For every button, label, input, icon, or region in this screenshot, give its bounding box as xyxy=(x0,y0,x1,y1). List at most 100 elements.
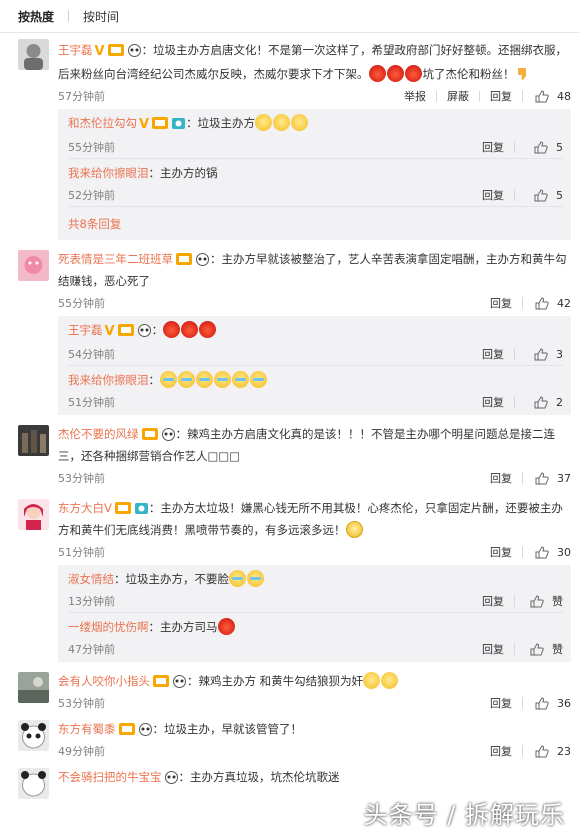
comment-username[interactable]: 东方有蜀黍 xyxy=(58,722,116,736)
comment-time: 57分钟前 xyxy=(58,90,105,103)
reply-username[interactable]: 王宇磊 xyxy=(68,323,103,337)
like-button[interactable]: 赞 xyxy=(514,594,563,608)
panda-icon xyxy=(161,428,175,441)
comment-username[interactable]: 杰伦不要的风绿 xyxy=(58,427,139,441)
comment-username[interactable]: 不会骑扫把的牛宝宝 xyxy=(58,770,162,784)
like-button[interactable]: 48 xyxy=(522,90,571,103)
report-link[interactable]: 举报 xyxy=(394,91,436,102)
avatar[interactable] xyxy=(18,39,49,70)
comment-item: 东方大白V ：主办方太垃圾！嫌黑心钱无所不用其极！心疼杰伦，只拿固定片酬，还要被主… xyxy=(0,489,579,662)
emoji-icon xyxy=(255,114,273,131)
panda-icon xyxy=(164,771,178,784)
like-button[interactable]: 36 xyxy=(522,697,571,710)
more-replies-link[interactable]: 共8条回复 xyxy=(68,217,121,231)
reply-username[interactable]: 一缕烟的忧伤啊 xyxy=(68,620,149,634)
tab-time[interactable]: 按时间 xyxy=(69,8,133,25)
like-count: 5 xyxy=(556,188,563,202)
reply-time: 52分钟前 xyxy=(68,189,115,202)
vip-badge-icon xyxy=(141,428,158,440)
vip-badge-icon xyxy=(153,675,169,687)
like-count: 5 xyxy=(556,140,563,154)
comment-item: 会有人咬你小指头 ：辣鸡主办方 和黄牛勾结狼狈为奸 53分钟前 回复 36 xyxy=(0,666,579,714)
reply-text: ：主办方的锅 xyxy=(148,166,218,180)
like-button[interactable]: 30 xyxy=(522,545,571,559)
reply-time: 55分钟前 xyxy=(68,141,115,154)
like-button[interactable]: 赞 xyxy=(514,642,563,656)
crying-emoji-icon xyxy=(160,371,177,388)
reply-link[interactable]: 回复 xyxy=(472,142,514,153)
reply-time: 54分钟前 xyxy=(68,348,115,361)
panda-icon xyxy=(138,723,152,736)
reply-item: 我来给你擦眼泪： 51分钟前 回复 2 xyxy=(68,366,563,413)
comment-time: 55分钟前 xyxy=(58,297,105,310)
comment-text-end: 坑了杰伦和粉丝！ xyxy=(422,67,515,81)
crying-emoji-icon xyxy=(229,570,246,587)
vip-badge-icon xyxy=(118,723,135,735)
comment-username[interactable]: 王宇磊 xyxy=(58,43,93,57)
reply-list: 淑女情结：垃圾主办方，不要脸 13分钟前 回复赞 一缕烟的忧伤啊：主办方司马 47… xyxy=(58,565,571,662)
reply-link[interactable]: 回复 xyxy=(480,473,522,484)
reply-text: ： xyxy=(151,323,164,337)
reply-link[interactable]: 回复 xyxy=(479,90,522,102)
avatar[interactable] xyxy=(18,672,49,703)
reply-username[interactable]: 我来给你擦眼泪 xyxy=(68,166,149,180)
reply-username[interactable]: 和杰伦拉勾勾 xyxy=(68,116,137,130)
reply-time: 13分钟前 xyxy=(68,595,115,608)
like-count: 37 xyxy=(557,471,571,485)
block-link[interactable]: 屏蔽 xyxy=(436,90,479,102)
reply-item: 一缕烟的忧伤啊：主办方司马 47分钟前 回复 赞 xyxy=(68,613,563,660)
reply-time: 51分钟前 xyxy=(68,396,115,409)
reply-username[interactable]: 我来给你擦眼泪 xyxy=(68,373,149,387)
reply-link[interactable]: 回复 xyxy=(472,596,514,607)
reply-link[interactable]: 回复 xyxy=(472,190,514,201)
like-button[interactable]: 5 xyxy=(514,188,563,202)
thumbs-up-icon xyxy=(534,140,548,153)
emoji-icon xyxy=(381,672,399,689)
reply-link[interactable]: 回复 xyxy=(480,298,522,309)
verified-icon: V xyxy=(94,44,105,59)
angry-emoji-icon xyxy=(199,321,217,338)
panda-icon xyxy=(127,44,141,57)
thumbs-down-icon[interactable] xyxy=(515,66,531,82)
emoji-icon xyxy=(291,114,309,131)
reply-link[interactable]: 回复 xyxy=(472,644,514,655)
thumbs-up-icon xyxy=(535,545,549,558)
comment-time: 53分钟前 xyxy=(58,697,105,710)
avatar[interactable] xyxy=(18,425,49,456)
like-button[interactable]: 42 xyxy=(522,297,571,310)
reply-link[interactable]: 回复 xyxy=(480,746,522,757)
reply-text: ： xyxy=(148,373,161,387)
like-button[interactable]: 5 xyxy=(514,140,563,154)
reply-link[interactable]: 回复 xyxy=(480,547,522,558)
thumbs-up-icon xyxy=(534,188,548,201)
like-button[interactable]: 3 xyxy=(514,347,563,361)
reply-item: 和杰伦拉勾勾 V ：垃圾主办方 55分钟前 回复 5 xyxy=(68,109,563,159)
comment-username[interactable]: 东方大白V xyxy=(58,501,112,515)
comment-username[interactable]: 会有人咬你小指头 xyxy=(58,674,150,688)
reply-username[interactable]: 淑女情结 xyxy=(68,572,114,586)
tab-hot[interactable]: 按热度 xyxy=(12,8,68,25)
like-button[interactable]: 2 xyxy=(514,396,563,409)
emoji-icon xyxy=(273,114,291,131)
thumbs-up-icon xyxy=(534,347,548,360)
crying-emoji-icon xyxy=(250,371,267,388)
reply-link[interactable]: 回复 xyxy=(472,397,514,408)
reply-text: ：主办方司马 xyxy=(148,620,218,634)
angry-emoji-icon xyxy=(386,65,404,82)
crying-emoji-icon xyxy=(214,371,231,388)
vip-badge-icon xyxy=(114,502,131,514)
avatar[interactable] xyxy=(18,250,49,281)
reply-item: 淑女情结：垃圾主办方，不要脸 13分钟前 回复 赞 xyxy=(68,565,563,613)
like-button[interactable]: 37 xyxy=(522,471,571,485)
more-replies: 共8条回复 xyxy=(68,207,563,238)
reply-link[interactable]: 回复 xyxy=(472,349,514,360)
like-button[interactable]: 23 xyxy=(522,745,571,758)
thumbs-up-icon xyxy=(535,471,549,484)
comment-text: ：辣鸡主办方 和黄牛勾结狼狈为奸 xyxy=(187,674,364,688)
comment-username[interactable]: 死表情是三年二班班草 xyxy=(58,252,173,266)
avatar[interactable] xyxy=(18,720,49,751)
avatar[interactable] xyxy=(18,499,49,530)
verified-icon: V xyxy=(139,117,150,132)
reply-link[interactable]: 回复 xyxy=(480,698,522,709)
avatar[interactable] xyxy=(18,768,49,799)
